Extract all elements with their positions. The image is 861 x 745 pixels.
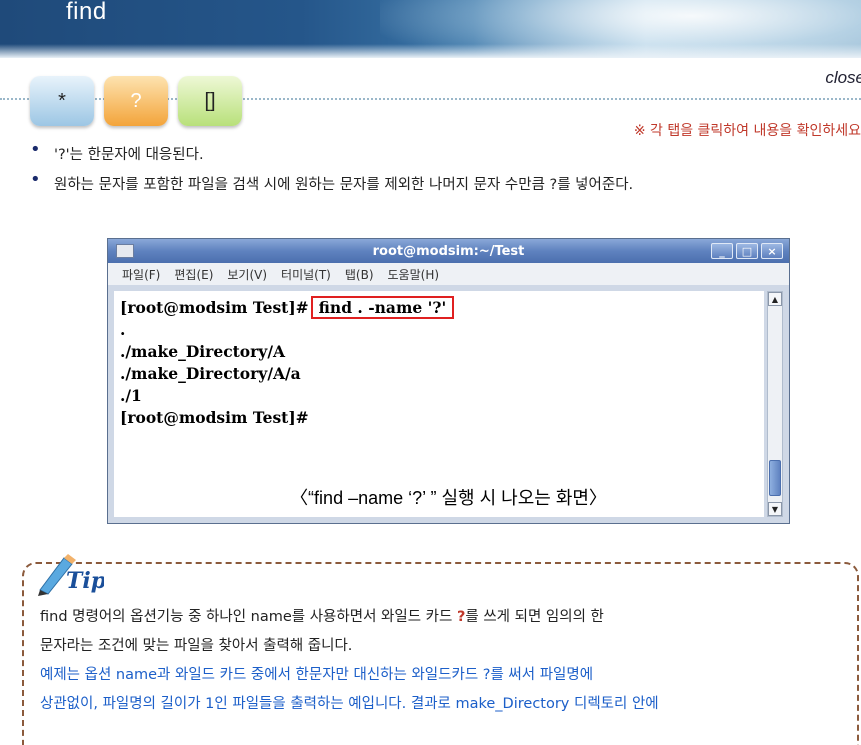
terminal-titlebar: root@modsim:~/Test _ □ × [108,239,789,263]
terminal-prompt: [root@modsim Test]# [120,298,309,317]
maximize-icon[interactable]: □ [736,243,758,259]
tip-text: find 명령어의 옵션기능 중 하나인 name를 사용하면서 와일드 카드 … [40,603,855,719]
bullet-list: '?'는 한문자에 대응된다. 원하는 문자를 포함한 파일을 검색 시에 원하… [30,140,850,205]
menu-tabs[interactable]: 탭(B) [345,266,374,283]
window-controls: _ □ × [711,243,783,259]
tip-text-segment: 를 쓰게 되면 임의의 한 [465,609,604,625]
menu-terminal[interactable]: 터미널(T) [281,266,331,283]
output-line: ./make_Directory/A/a [120,364,301,383]
tip-label: Tip [66,568,104,594]
figure-caption: 〈“find –name ‘?’ ” 실행 시 나오는 화면〉 [290,488,607,508]
terminal-icon [116,244,134,258]
list-item: 원하는 문자를 포함한 파일을 검색 시에 원하는 문자를 제외한 나머지 문자… [30,170,850,195]
tip-text-segment: find 명령어의 옵션기능 중 하나인 name를 사용하면서 와일드 카드 [40,609,457,625]
highlighted-command: find . -name '?' [310,296,455,319]
page-title: find [66,0,107,25]
tip-pencil-icon: Tip [38,554,104,596]
output-line: . [120,320,126,339]
output-line: ./1 [120,386,142,405]
menu-view[interactable]: 보기(V) [227,266,267,283]
scroll-up-icon[interactable]: ▲ [768,292,782,306]
tab-brackets[interactable]: [] [178,76,242,126]
terminal-title: root@modsim:~/Test [372,243,525,259]
tip-line: 예제는 옵션 name과 와일드 카드 중에서 한문자만 대신하는 와일드카드 … [40,667,594,683]
close-icon[interactable]: × [761,243,783,259]
tip-line: 상관없이, 파일명의 길이가 1인 파일들을 출력하는 예입니다. 결과로 ma… [40,696,659,712]
output-line: [root@modsim Test]# [120,408,309,427]
output-line: ./make_Directory/A [120,342,286,361]
terminal-menubar: 파일(F) 편집(E) 보기(V) 터미널(T) 탭(B) 도움말(H) [108,263,789,285]
tab-asterisk[interactable]: * [30,76,94,126]
menu-help[interactable]: 도움말(H) [388,266,440,283]
list-item: '?'는 한문자에 대응된다. [30,140,850,165]
menu-edit[interactable]: 편집(E) [174,266,213,283]
terminal-window: root@modsim:~/Test _ □ × 파일(F) 편집(E) 보기(… [107,238,790,524]
tab-question-mark[interactable]: ? [104,76,168,126]
tip-line: 문자라는 조건에 맞는 파일을 찾아서 출력해 줍니다. [40,638,353,654]
tip-line: find 명령어의 옵션기능 중 하나인 name를 사용하면서 와일드 카드 … [40,603,855,632]
instruction-text: ※ 각 탭을 클릭하여 내용을 확인하세요 [633,123,861,139]
terminal-command-line: [root@modsim Test]# find . -name '?' [120,296,758,319]
minimize-icon[interactable]: _ [711,243,733,259]
close-button[interactable]: close [825,68,861,88]
header-banner: find [0,0,861,58]
menu-file[interactable]: 파일(F) [122,266,160,283]
